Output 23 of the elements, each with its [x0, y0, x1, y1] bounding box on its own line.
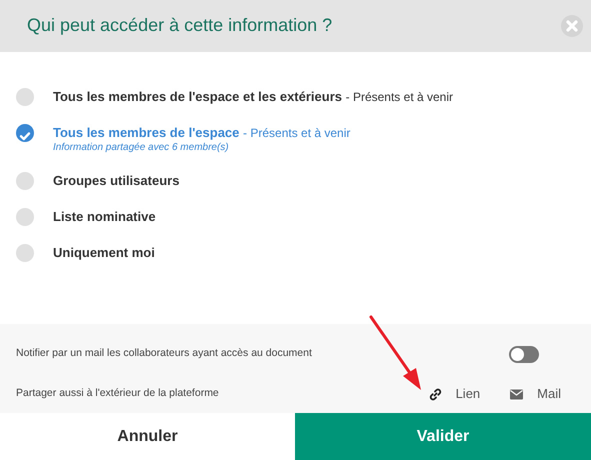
option-note: Information partagée avec 6 membre(s) — [53, 142, 230, 154]
option-label[interactable]: Liste nominative — [53, 209, 156, 224]
share-label: Partager aussi à l'extérieur de la plateforme — [16, 386, 219, 402]
mail-link[interactable]: Mail — [537, 384, 561, 404]
option-label[interactable]: Uniquement moi — [53, 245, 155, 260]
option-label[interactable]: Groupes utilisateurs — [53, 173, 180, 188]
option-label[interactable]: Tous les membres de l'espace et les extérieurs — [53, 89, 342, 104]
option-detail: - Présents et à venir — [243, 126, 350, 140]
option-label[interactable]: Tous les membres de l'espace — [53, 125, 240, 140]
radio-button[interactable] — [16, 208, 34, 226]
link-icon — [428, 388, 442, 400]
envelope-icon — [510, 388, 524, 400]
radio-button[interactable] — [16, 88, 34, 106]
option-detail: - Présents et à venir — [346, 90, 454, 104]
notify-label: Notifier par un mail les collaborateurs ayant accès au document — [16, 346, 312, 362]
dialog-title: Qui peut accéder à cette information ? — [27, 15, 332, 37]
radio-button[interactable] — [16, 244, 34, 262]
radio-button[interactable] — [16, 172, 34, 190]
confirm-button[interactable]: Valider — [295, 413, 591, 460]
close-icon[interactable] — [561, 15, 583, 37]
notify-toggle[interactable] — [509, 346, 539, 362]
share-link[interactable]: Lien — [456, 384, 480, 404]
checked-radio[interactable] — [16, 124, 34, 142]
